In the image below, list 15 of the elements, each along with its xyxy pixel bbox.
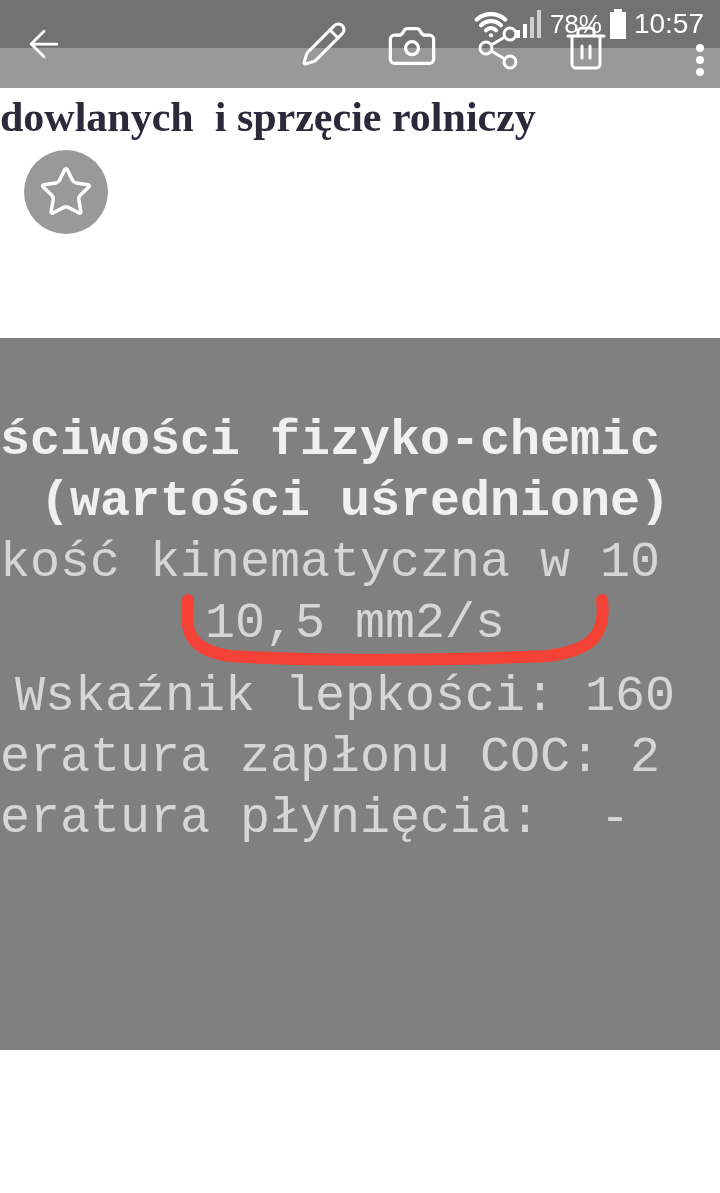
image-text: (wartości uśrednione) [40, 478, 671, 525]
image-text: 10,5 mm2/s [205, 600, 506, 647]
image-text: eratura płynięcia: - [0, 795, 631, 842]
edit-button[interactable] [300, 20, 348, 68]
pencil-icon [300, 20, 348, 68]
battery-icon [609, 9, 626, 39]
image-text: ściwości fizyko-chemic [0, 417, 661, 464]
image-text: Wskaźnik lepkości: 160 [15, 673, 676, 720]
battery-percent: 78% [549, 11, 602, 37]
clock-time: 10:57 [633, 10, 704, 38]
more-icon [696, 44, 704, 76]
image-text: kość kinematyczna w 10 [0, 539, 661, 586]
document-text: dowlanych i sprzęcie rolniczy [0, 93, 536, 142]
image-text: eratura zapłonu COC: 2 [0, 734, 661, 781]
signal-icon [515, 10, 542, 38]
